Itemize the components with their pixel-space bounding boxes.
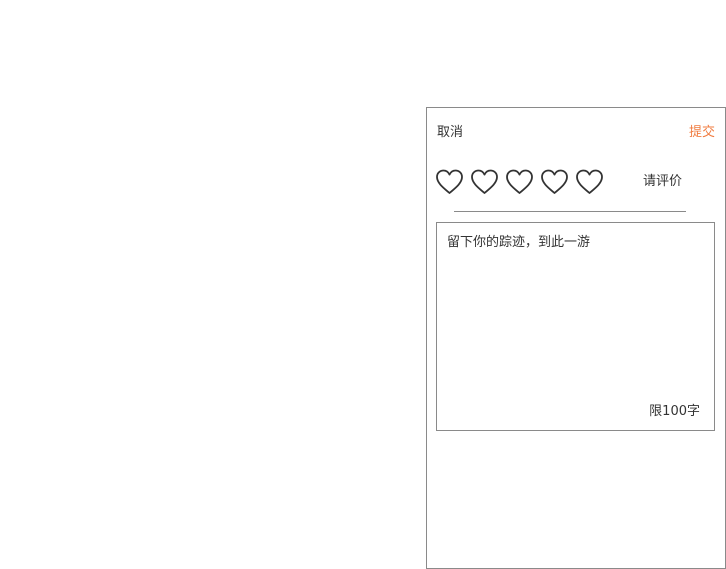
heart-icon[interactable] (435, 168, 464, 196)
heart-icon[interactable] (505, 168, 534, 196)
comment-placeholder: 留下你的踪迹，到此一游 (447, 235, 591, 250)
rating-hearts (435, 168, 610, 196)
rating-hint-label: 请评价 (643, 174, 683, 189)
heart-icon[interactable] (575, 168, 604, 196)
heart-icon[interactable] (470, 168, 499, 196)
review-dialog: 取消 提交 请评价 留下你的踪迹，到此一游 限100字 (426, 107, 726, 569)
divider (454, 211, 686, 212)
cancel-button[interactable]: 取消 (437, 124, 463, 141)
heart-icon[interactable] (540, 168, 569, 196)
comment-textarea[interactable]: 留下你的踪迹，到此一游 限100字 (436, 222, 715, 431)
submit-button[interactable]: 提交 (689, 124, 715, 141)
char-limit-label: 限100字 (649, 404, 700, 419)
